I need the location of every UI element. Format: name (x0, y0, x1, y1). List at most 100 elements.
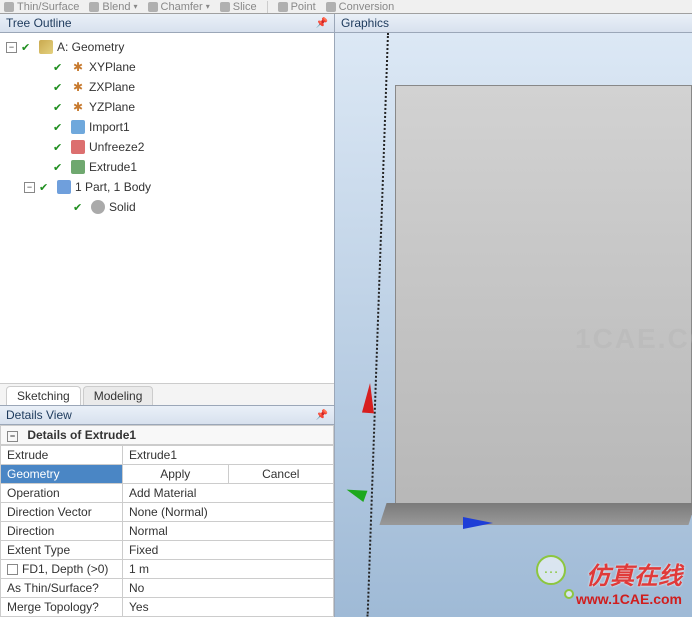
check-icon: ✔ (73, 201, 87, 214)
check-icon: ✔ (53, 121, 67, 134)
plane-icon (71, 100, 85, 114)
detail-value[interactable]: Yes (123, 598, 334, 617)
detail-row-as-thin[interactable]: As Thin/Surface? No (1, 579, 334, 598)
detail-value[interactable]: None (Normal) (123, 503, 334, 522)
tree-item-solid[interactable]: ✔ Solid (2, 197, 332, 217)
detail-value[interactable]: 1 m (123, 560, 334, 579)
point-menu[interactable]: Point (278, 1, 316, 13)
model-bottom-face[interactable] (379, 503, 692, 525)
blend-menu[interactable]: Blend ▾ (89, 1, 137, 13)
tab-sketching[interactable]: Sketching (6, 386, 81, 405)
tree-outline-header[interactable]: Tree Outline 📌 (0, 14, 334, 33)
detail-label-text: FD1, Depth (>0) (22, 562, 108, 576)
check-icon: ✔ (21, 41, 35, 54)
graphics-viewport[interactable]: 1CAE.COM … 仿真在线 www.1CAE.com (335, 33, 692, 617)
tree-root[interactable]: − ✔ A: Geometry (2, 37, 332, 57)
conversion-label: Conversion (339, 1, 395, 13)
tree-item-part[interactable]: − ✔ 1 Part, 1 Body (2, 177, 332, 197)
pin-icon[interactable]: 📌 (316, 18, 328, 29)
tree-item-label: Unfreeze2 (89, 140, 144, 154)
tree-item-label: Extrude1 (89, 160, 137, 174)
axis-z-icon (345, 484, 368, 502)
detail-row-fd1-depth[interactable]: FD1, Depth (>0) 1 m (1, 560, 334, 579)
detail-value[interactable]: Normal (123, 522, 334, 541)
detail-label: Operation (1, 484, 123, 503)
check-icon: ✔ (53, 81, 67, 94)
brand-zh-text: 仿真在线 (576, 556, 682, 591)
detail-value[interactable]: Add Material (123, 484, 334, 503)
tree-item-extrude1[interactable]: ✔ Extrude1 (2, 157, 332, 177)
tree-item-yzplane[interactable]: ✔ YZPlane (2, 97, 332, 117)
detail-row-extrude[interactable]: Extrude Extrude1 (1, 446, 334, 465)
axis-y-icon (362, 383, 376, 414)
detail-label: Geometry (1, 465, 123, 484)
model-face[interactable] (395, 85, 692, 515)
tree-item-xyplane[interactable]: ✔ XYPlane (2, 57, 332, 77)
conversion-icon (326, 2, 336, 12)
detail-row-extent-type[interactable]: Extent Type Fixed (1, 541, 334, 560)
check-icon: ✔ (53, 101, 67, 114)
detail-row-direction-vector[interactable]: Direction Vector None (Normal) (1, 503, 334, 522)
chamfer-icon (148, 2, 158, 12)
detail-label: Direction (1, 522, 123, 541)
blend-icon (89, 2, 99, 12)
tree-solid-label: Solid (109, 200, 136, 214)
blend-label: Blend (102, 1, 130, 13)
detail-row-operation[interactable]: Operation Add Material (1, 484, 334, 503)
tree-item-zxplane[interactable]: ✔ ZXPlane (2, 77, 332, 97)
graphics-header[interactable]: Graphics (335, 14, 692, 33)
left-pane: Tree Outline 📌 − ✔ A: Geometry ✔ XYPlane… (0, 14, 335, 617)
tree-item-import1[interactable]: ✔ Import1 (2, 117, 332, 137)
detail-row-geometry[interactable]: Geometry Apply Cancel (1, 465, 334, 484)
tab-modeling[interactable]: Modeling (83, 386, 154, 405)
tree-item-unfreeze2[interactable]: ✔ Unfreeze2 (2, 137, 332, 157)
thin-surface-label: Thin/Surface (17, 1, 79, 13)
slice-menu[interactable]: Slice (220, 1, 257, 13)
mode-tab-strip: Sketching Modeling (0, 383, 334, 406)
chevron-down-icon: ▾ (134, 2, 138, 11)
part-icon (57, 180, 71, 194)
detail-label: Merge Topology? (1, 598, 123, 617)
detail-row-merge-topology[interactable]: Merge Topology? Yes (1, 598, 334, 617)
details-section-title[interactable]: − Details of Extrude1 (0, 425, 334, 445)
apply-button[interactable]: Apply (123, 465, 229, 483)
extrude-icon (71, 160, 85, 174)
tree-item-label: Import1 (89, 120, 130, 134)
axis-x-icon (463, 517, 493, 529)
collapse-icon[interactable]: − (6, 42, 17, 53)
right-pane: Graphics 1CAE.COM … 仿真在线 www.1CAE.com (335, 14, 692, 617)
point-icon (278, 2, 288, 12)
detail-label: Extrude (1, 446, 123, 465)
collapse-icon[interactable]: − (7, 431, 18, 442)
detail-value[interactable]: No (123, 579, 334, 598)
tree-root-label: A: Geometry (57, 40, 124, 54)
details-view-title: Details View (6, 408, 72, 422)
plane-icon (71, 60, 85, 74)
pin-icon[interactable]: 📌 (316, 410, 328, 421)
checkbox-icon[interactable] (7, 564, 18, 575)
detail-row-direction[interactable]: Direction Normal (1, 522, 334, 541)
detail-value[interactable]: Extrude1 (123, 446, 334, 465)
conversion-menu[interactable]: Conversion (326, 1, 395, 13)
chamfer-menu[interactable]: Chamfer ▾ (148, 1, 210, 13)
tree-item-label: ZXPlane (89, 80, 135, 94)
solid-icon (91, 200, 105, 214)
details-view-header[interactable]: Details View 📌 (0, 406, 334, 425)
brand-url-text: www.1CAE.com (576, 591, 682, 607)
tree-outline-title: Tree Outline (6, 16, 72, 30)
chat-bubble-icon: … (536, 555, 566, 585)
detail-label: FD1, Depth (>0) (1, 560, 123, 579)
collapse-icon[interactable]: − (24, 182, 35, 193)
thin-surface-menu[interactable]: Thin/Surface (4, 1, 79, 13)
brand-watermark: 仿真在线 www.1CAE.com (576, 556, 682, 607)
tree-item-label: XYPlane (89, 60, 136, 74)
center-watermark: 1CAE.COM (575, 323, 692, 355)
toolbar-separator (267, 1, 268, 13)
import-icon (71, 120, 85, 134)
tree-outline[interactable]: − ✔ A: Geometry ✔ XYPlane ✔ ZXPlane ✔ (0, 33, 334, 383)
detail-value[interactable]: Fixed (123, 541, 334, 560)
cancel-button[interactable]: Cancel (229, 465, 334, 483)
slice-icon (220, 2, 230, 12)
check-icon: ✔ (53, 161, 67, 174)
detail-label: As Thin/Surface? (1, 579, 123, 598)
